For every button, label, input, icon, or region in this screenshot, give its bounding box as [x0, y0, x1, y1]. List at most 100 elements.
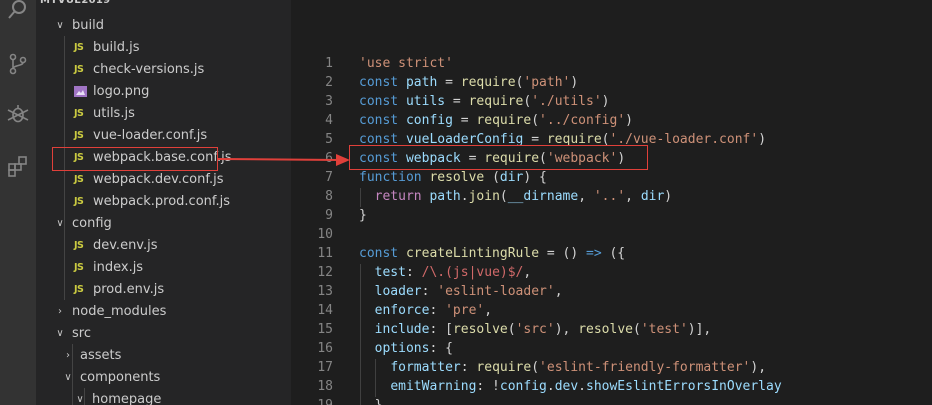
code-token: = (): [539, 246, 586, 261]
activity-bar: [0, 0, 36, 405]
folder-item[interactable]: ∨ build: [36, 14, 291, 36]
folder-item[interactable]: ∨ src: [36, 322, 291, 344]
file-highlight-box: [52, 147, 218, 171]
code-token: path: [405, 75, 438, 90]
code-token: =: [437, 75, 461, 90]
line-number: 19: [291, 398, 333, 405]
file-item[interactable]: JS dev.env.js: [36, 234, 291, 256]
line-number: 1: [325, 56, 333, 71]
explorer-root-label[interactable]: MYVUE2019: [40, 0, 110, 9]
line-number: 11: [317, 246, 333, 261]
line-number: 8: [325, 189, 333, 204]
code-token: ,: [578, 189, 594, 204]
code-line[interactable]: 15 include: [resolve('src'), resolve('te…: [291, 320, 932, 339]
code-token: loader: [374, 284, 422, 299]
code-line[interactable]: 14 enforce: 'pre',: [291, 301, 932, 320]
tree-item-label: webpack.dev.conf.js: [93, 171, 224, 187]
tree-item-label: prod.env.js: [93, 281, 165, 297]
code-token: :: [405, 265, 422, 280]
file-item[interactable]: JS webpack.prod.conf.js: [36, 190, 291, 212]
tree-item-label: index.js: [93, 259, 144, 275]
folder-item[interactable]: ∨ homepage: [36, 388, 291, 405]
code-token: ,: [554, 284, 563, 299]
code-line[interactable]: 3 const utils = require('./utils'): [291, 92, 932, 111]
code-line[interactable]: 16 options: {: [291, 339, 932, 358]
line-number: 9: [325, 208, 333, 223]
code-token: 'use strict': [359, 56, 453, 71]
folder-item[interactable]: ∨ components: [36, 366, 291, 388]
file-item[interactable]: JS vue-loader.conf.js: [36, 124, 291, 146]
code-token: resolve: [578, 322, 633, 337]
code-token: dir: [499, 170, 524, 185]
code-token: (: [632, 322, 641, 337]
code-token: utils: [405, 94, 446, 109]
line-number: 18: [317, 379, 333, 394]
debug-icon[interactable]: [0, 96, 36, 132]
js-file-icon: JS: [74, 239, 84, 251]
file-item[interactable]: JS utils.js: [36, 102, 291, 124]
code-text: test: /\.(js|vue)$/,: [359, 265, 532, 280]
code-line[interactable]: 13 loader: 'eslint-loader',: [291, 282, 932, 301]
code-indent-guide: [375, 359, 376, 397]
file-item[interactable]: JS webpack.dev.conf.js: [36, 168, 291, 190]
code-token: (: [484, 170, 500, 185]
file-item[interactable]: JS index.js: [36, 256, 291, 278]
line-number: 12: [317, 265, 333, 280]
line-number: 15: [317, 322, 333, 337]
code-token: }: [359, 398, 383, 405]
code-token: createLintingRule: [405, 246, 540, 261]
line-number: 4: [325, 113, 333, 128]
line-number: 17: [317, 360, 333, 375]
code-token: __dirname: [507, 189, 579, 204]
code-token: =>: [586, 246, 602, 261]
folder-item[interactable]: › node_modules: [36, 300, 291, 322]
code-line[interactable]: 11 const createLintingRule = () => ({: [291, 244, 932, 263]
code-line[interactable]: 7 function resolve (dir) {: [291, 168, 932, 187]
code-line[interactable]: 19 }: [291, 396, 932, 405]
code-token: join: [468, 189, 500, 204]
line-number: 14: [317, 303, 333, 318]
code-line[interactable]: 12 test: /\.(js|vue)$/,: [291, 263, 932, 282]
code-editor[interactable]: 1 'use strict' 2 const path = require('path…: [291, 0, 932, 405]
js-file-icon: JS: [74, 107, 84, 119]
code-token: 'test': [640, 322, 688, 337]
code-token: path: [429, 189, 461, 204]
search-icon[interactable]: [0, 0, 36, 28]
file-item[interactable]: JS check-versions.js: [36, 58, 291, 80]
code-line[interactable]: 4 const config = require('../config'): [291, 111, 932, 130]
code-token: : {: [429, 341, 453, 356]
code-token: resolve: [429, 170, 485, 185]
js-file-icon: JS: [74, 195, 84, 207]
file-item[interactable]: JS build.js: [36, 36, 291, 58]
chevron-down-icon[interactable]: ∨: [54, 20, 66, 31]
code-token: dir: [640, 189, 665, 204]
file-item[interactable]: JS prod.env.js: [36, 278, 291, 300]
folder-item[interactable]: ∨ config: [36, 212, 291, 234]
code-text: const path = require('path'): [359, 75, 578, 90]
file-item[interactable]: logo.png: [36, 80, 291, 102]
code-line[interactable]: 18 emitWarning: !config.dev.showEslintEr…: [291, 377, 932, 396]
code-line[interactable]: 10: [291, 225, 932, 244]
code-line[interactable]: 8 return path.join(__dirname, '..', dir): [291, 187, 932, 206]
js-file-icon: JS: [74, 261, 84, 273]
code-token: : [: [429, 322, 453, 337]
code-token: const: [359, 246, 406, 261]
indent-guide: [84, 388, 85, 405]
chevron-down-icon[interactable]: ∨: [54, 328, 66, 339]
code-line[interactable]: 9}: [291, 206, 932, 225]
code-token: :: [460, 360, 477, 375]
code-line[interactable]: 17 formatter: require('eslint-friendly-f…: [291, 358, 932, 377]
line-number: 3: [325, 94, 333, 109]
extensions-icon[interactable]: [0, 148, 36, 184]
explorer-sidebar: MYVUE2019 ∨ build JS build.js JS check-versio…: [36, 0, 291, 405]
folder-item[interactable]: › assets: [36, 344, 291, 366]
tree-item-label: src: [72, 325, 91, 341]
code-line[interactable]: 1 'use strict': [291, 54, 932, 73]
line-number: 6: [325, 151, 333, 166]
chevron-right-icon[interactable]: ›: [54, 306, 66, 317]
source-control-icon[interactable]: [0, 46, 36, 82]
code-line[interactable]: 2 const path = require('path'): [291, 73, 932, 92]
